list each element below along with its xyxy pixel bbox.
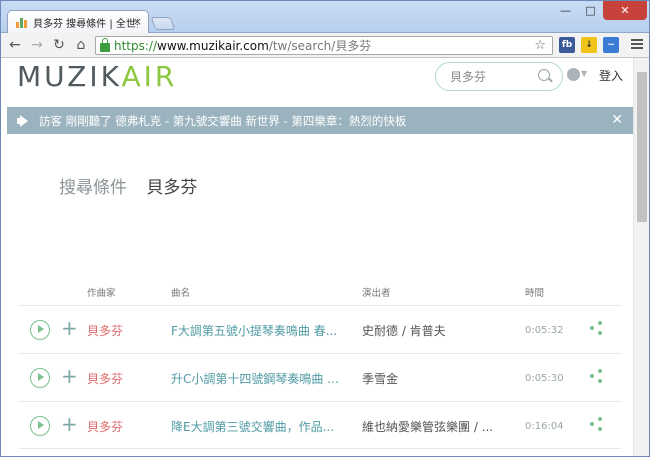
bookmark-star-icon[interactable]: ☆ <box>534 38 546 53</box>
track-title-link[interactable]: 降E大調第三號交響曲，作品... <box>171 418 349 435</box>
browser-window: 貝多芬 搜尋條件 | 全世界 × — □ ✕ ← → ↻ ⌂ https:// … <box>0 0 650 457</box>
site-search-input[interactable]: 貝多芬 <box>435 62 563 91</box>
table-row: + 貝多芬 F大調第五號小提琴奏鳴曲 春... 史耐德 / 肯普夫 0:05:3… <box>19 305 621 353</box>
track-title-link[interactable]: F大調第五號小提琴奏鳴曲 春... <box>171 322 349 339</box>
play-icon[interactable] <box>30 320 50 340</box>
download-extension-icon[interactable]: ↓ <box>581 37 597 53</box>
track-duration: 0:05:30 <box>525 373 564 384</box>
site-header: MUZIKAIR 貝多芬 ▼ 登入 <box>1 58 633 106</box>
results-table: + 貝多芬 F大調第五號小提琴奏鳴曲 春... 史耐德 / 肯普夫 0:05:3… <box>19 305 621 449</box>
search-query: 貝多芬 <box>146 178 198 198</box>
column-header-composer: 作曲家 <box>87 288 116 299</box>
play-icon[interactable] <box>30 368 50 388</box>
page-content: MUZIKAIR 貝多芬 ▼ 登入 訪客 剛剛聽了 德弗札克 - 第九號交響曲 … <box>1 58 633 456</box>
composer-link[interactable]: 貝多芬 <box>87 370 123 387</box>
composer-link[interactable]: 貝多芬 <box>87 418 123 435</box>
performer-link[interactable]: 季雪金 <box>362 370 502 387</box>
megaphone-icon <box>17 115 31 127</box>
muzikair-favicon-icon <box>16 16 28 28</box>
listening-notice-bar: 訪客 剛剛聽了 德弗札克 - 第九號交響曲 新世界 - 第四樂章：熱烈的快板 ✕ <box>7 107 633 134</box>
column-header-performer: 演出者 <box>362 288 391 299</box>
track-duration: 0:16:04 <box>525 421 564 432</box>
column-header-title: 曲名 <box>171 288 191 299</box>
share-icon[interactable] <box>590 321 602 335</box>
search-value: 貝多芬 <box>450 70 487 84</box>
lock-icon <box>100 38 110 52</box>
track-title-link[interactable]: 升C小調第十四號鋼琴奏鳴曲 ... <box>171 370 349 387</box>
url-scheme: https:// <box>114 38 158 53</box>
home-icon[interactable]: ⌂ <box>73 37 89 53</box>
search-icon[interactable] <box>538 69 550 81</box>
back-arrow-icon[interactable]: ← <box>7 37 23 53</box>
share-icon[interactable] <box>590 417 602 431</box>
browser-menu-icon[interactable] <box>631 37 643 51</box>
new-tab-button[interactable] <box>150 17 176 30</box>
notice-text: 訪客 剛剛聽了 德弗札克 - 第九號交響曲 新世界 - 第四樂章：熱烈的快板 <box>39 113 407 128</box>
track-duration: 0:05:32 <box>525 325 564 336</box>
search-heading: 搜尋條件 貝多芬 <box>59 173 197 198</box>
forward-arrow-icon[interactable]: → <box>29 37 45 53</box>
page-scrollbar[interactable] <box>633 58 649 456</box>
tab-title: 貝多芬 搜尋條件 | 全世界 <box>33 18 138 30</box>
url-path: /tw/search/貝多芬 <box>268 39 372 53</box>
browser-toolbar: ← → ↻ ⌂ https:// www.muzikair.com /tw/se… <box>1 33 649 58</box>
tab-strip: 貝多芬 搜尋條件 | 全世界 × — □ ✕ <box>1 1 649 33</box>
reload-icon[interactable]: ↻ <box>51 37 67 53</box>
column-header-time: 時間 <box>525 288 545 299</box>
window-controls: — □ ✕ <box>553 1 647 20</box>
url-host: www.muzikair.com <box>157 38 269 53</box>
performer-link[interactable]: 維也納愛樂管弦樂團 / ... <box>362 418 502 435</box>
globe-icon[interactable] <box>567 68 580 81</box>
performer-link[interactable]: 史耐德 / 肯普夫 <box>362 322 502 339</box>
minimize-button[interactable]: — <box>553 1 578 20</box>
login-link[interactable]: 登入 <box>599 67 623 84</box>
share-icon[interactable] <box>590 369 602 383</box>
scrollbar-thumb[interactable] <box>637 72 647 222</box>
address-bar[interactable]: https:// www.muzikair.com /tw/search/貝多芬… <box>95 36 553 55</box>
browser-tab[interactable]: 貝多芬 搜尋條件 | 全世界 × <box>7 10 149 33</box>
close-window-button[interactable]: ✕ <box>603 1 647 20</box>
chevron-down-icon[interactable]: ▼ <box>581 69 587 78</box>
composer-link[interactable]: 貝多芬 <box>87 322 123 339</box>
facebook-extension-icon[interactable]: fb <box>559 37 575 53</box>
table-row: + 貝多芬 升C小調第十四號鋼琴奏鳴曲 ... 季雪金 0:05:30 <box>19 353 621 401</box>
search-criteria-label: 搜尋條件 <box>59 178 127 198</box>
table-row: + 貝多芬 降E大調第三號交響曲，作品... 維也納愛樂管弦樂團 / ... 0… <box>19 401 621 449</box>
muzikair-logo[interactable]: MUZIKAIR <box>17 60 177 93</box>
play-icon[interactable] <box>30 416 50 436</box>
add-icon[interactable]: + <box>61 412 78 436</box>
tab-close-icon[interactable]: × <box>133 15 142 28</box>
add-icon[interactable]: + <box>61 364 78 388</box>
maximize-button[interactable]: □ <box>578 1 603 20</box>
add-icon[interactable]: + <box>61 316 78 340</box>
chart-extension-icon[interactable]: ~ <box>603 37 619 53</box>
notice-close-icon[interactable]: ✕ <box>611 112 623 128</box>
